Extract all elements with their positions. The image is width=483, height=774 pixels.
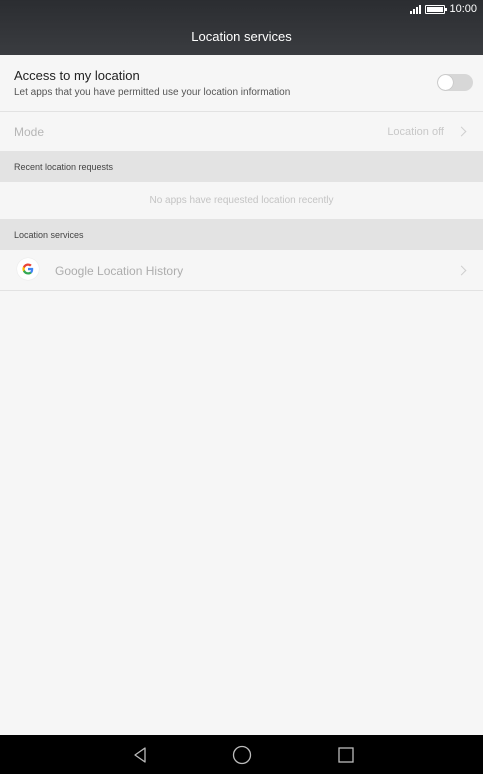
google-location-history-label: Google Location History [55,264,184,278]
access-location-row[interactable]: Access to my location Let apps that you … [0,55,483,112]
navigation-bar [0,735,483,774]
toggle-knob [438,75,453,90]
location-services-header: Location services [0,219,483,250]
access-location-toggle[interactable] [437,74,473,91]
recent-requests-empty-text: No apps have requested location recently [149,195,334,206]
recent-requests-empty: No apps have requested location recently [0,182,483,219]
access-location-subtitle: Let apps that you have permitted use you… [14,87,291,98]
recent-requests-header: Recent location requests [0,151,483,182]
location-services-header-label: Location services [14,230,84,240]
chevron-right-icon [456,126,467,137]
mode-label: Mode [14,125,45,139]
battery-icon [425,4,448,14]
chevron-right-icon [456,265,467,276]
google-icon [17,258,39,280]
recent-requests-header-label: Recent location requests [14,162,114,172]
app-header: 10:00 Location services [0,0,483,55]
home-icon[interactable] [230,743,254,767]
mode-value: Location off [387,126,444,138]
page-title: Location services [191,29,292,44]
status-bar: 10:00 [410,2,477,16]
status-time: 10:00 [449,3,477,15]
access-location-title: Access to my location [14,68,140,83]
recents-icon[interactable] [334,743,358,767]
list-item-google-location-history[interactable]: Google Location History [0,250,483,291]
signal-icon [410,4,422,14]
mode-row: Mode Location off [0,112,483,151]
back-icon[interactable] [128,743,152,767]
